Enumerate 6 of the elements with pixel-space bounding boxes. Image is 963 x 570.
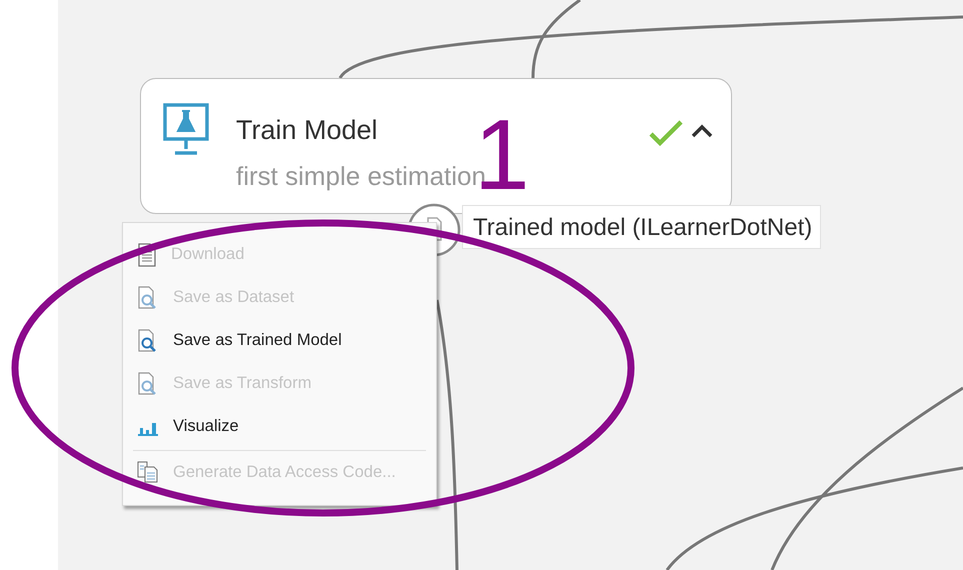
module-title: Train Model — [236, 115, 378, 146]
copy-document-icon — [137, 460, 159, 484]
menu-item[interactable]: Save as Trained Model — [133, 319, 426, 362]
menu-item[interactable]: Visualize — [133, 405, 426, 448]
port-tooltip: Trained model (ILearnerDotNet) — [462, 205, 822, 249]
caret-icon[interactable] — [691, 124, 713, 138]
